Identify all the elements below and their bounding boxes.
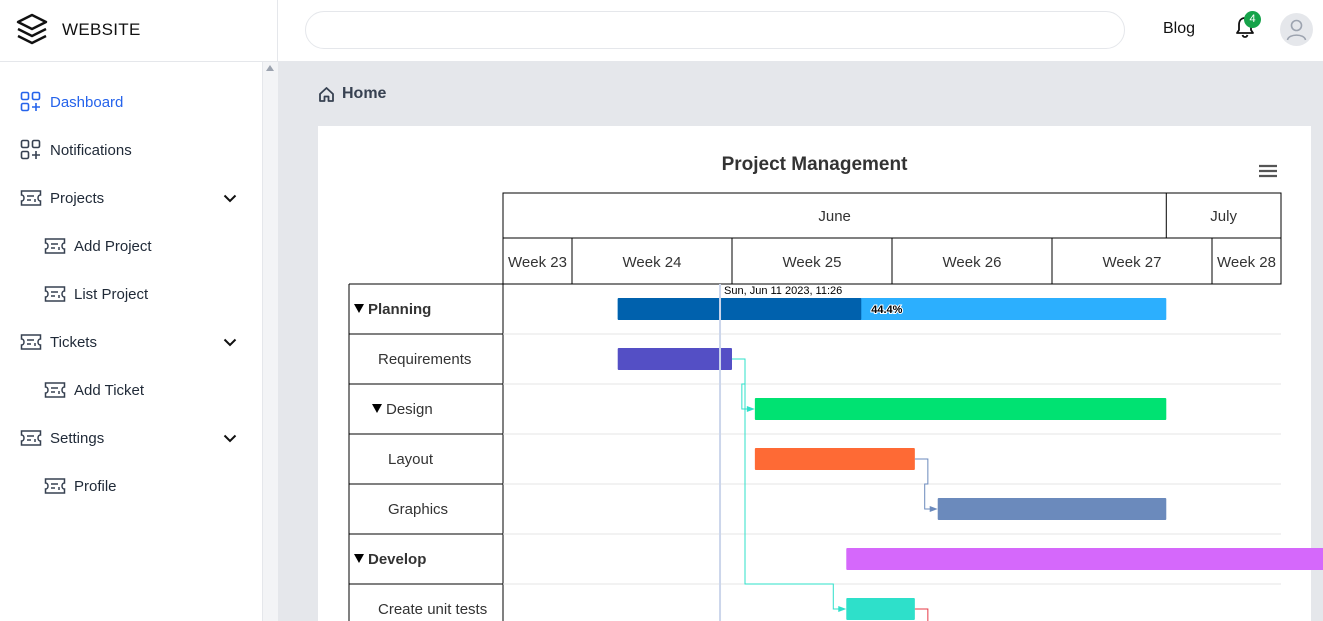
breadcrumb-home: Home [342,85,387,102]
scroll-up-arrow-icon[interactable] [266,65,274,71]
sidebar-item-dashboard[interactable]: Dashboard [20,82,123,122]
chart-menu-icon[interactable] [1258,163,1278,179]
sidebar-item-label: List Project [74,285,149,303]
sidebar-item-projects[interactable]: Projects [20,178,240,218]
notification-count-badge: 4 [1244,11,1261,28]
layers-logo-icon [16,13,48,45]
chevron-down-icon[interactable] [222,334,238,350]
sidebar-item-label: Settings [50,429,105,447]
ticket-icon [44,286,66,302]
ticket-icon [44,238,66,254]
sidebar-item-add-ticket[interactable]: Add Ticket [44,370,144,410]
ticket-icon [44,478,66,494]
sidebar-scrollbar[interactable] [262,62,278,621]
sidebar-item-label: Notifications [50,141,132,159]
sidebar-item-label: Add Project [74,237,152,255]
sidebar-item-add-project[interactable]: Add Project [44,226,152,266]
sidebar-item-label: Profile [74,477,117,495]
dashboard-icon [20,91,41,112]
brand-name: WEBSITE [62,20,141,39]
search-input[interactable] [306,12,1124,48]
chart-title: Project Management [721,154,908,175]
sidebar-item-label: Dashboard [50,93,124,111]
home-icon [319,86,334,102]
sidebar-item-settings[interactable]: Settings [20,418,240,458]
breadcrumb[interactable]: Home [318,82,386,106]
sidebar-item-notifications[interactable]: Notifications [20,130,132,170]
user-avatar[interactable] [1280,13,1313,46]
sidebar-item-tickets[interactable]: Tickets [20,322,240,362]
dashboard-icon [20,139,41,160]
ticket-icon [20,430,42,446]
search-box[interactable] [305,11,1125,49]
sidebar-item-label: Tickets [50,333,97,351]
chart-card [318,126,1311,621]
chevron-down-icon[interactable] [222,430,238,446]
sidebar-item-label: Add Ticket [74,381,145,399]
brand[interactable]: WEBSITE [0,0,278,62]
sidebar: Dashboard Notifications Projects Add Pro… [0,62,262,621]
ticket-icon [44,382,66,398]
ticket-icon [20,334,42,350]
chevron-down-icon[interactable] [222,190,238,206]
top-bar: WEBSITE Blog 4 [0,0,1323,62]
sidebar-item-list-project[interactable]: List Project [44,274,148,314]
sidebar-item-label: Projects [50,189,105,207]
user-icon [1286,19,1307,41]
ticket-icon [20,190,42,206]
sidebar-item-profile[interactable]: Profile [44,466,117,506]
blog-link[interactable]: Blog [1163,20,1195,38]
